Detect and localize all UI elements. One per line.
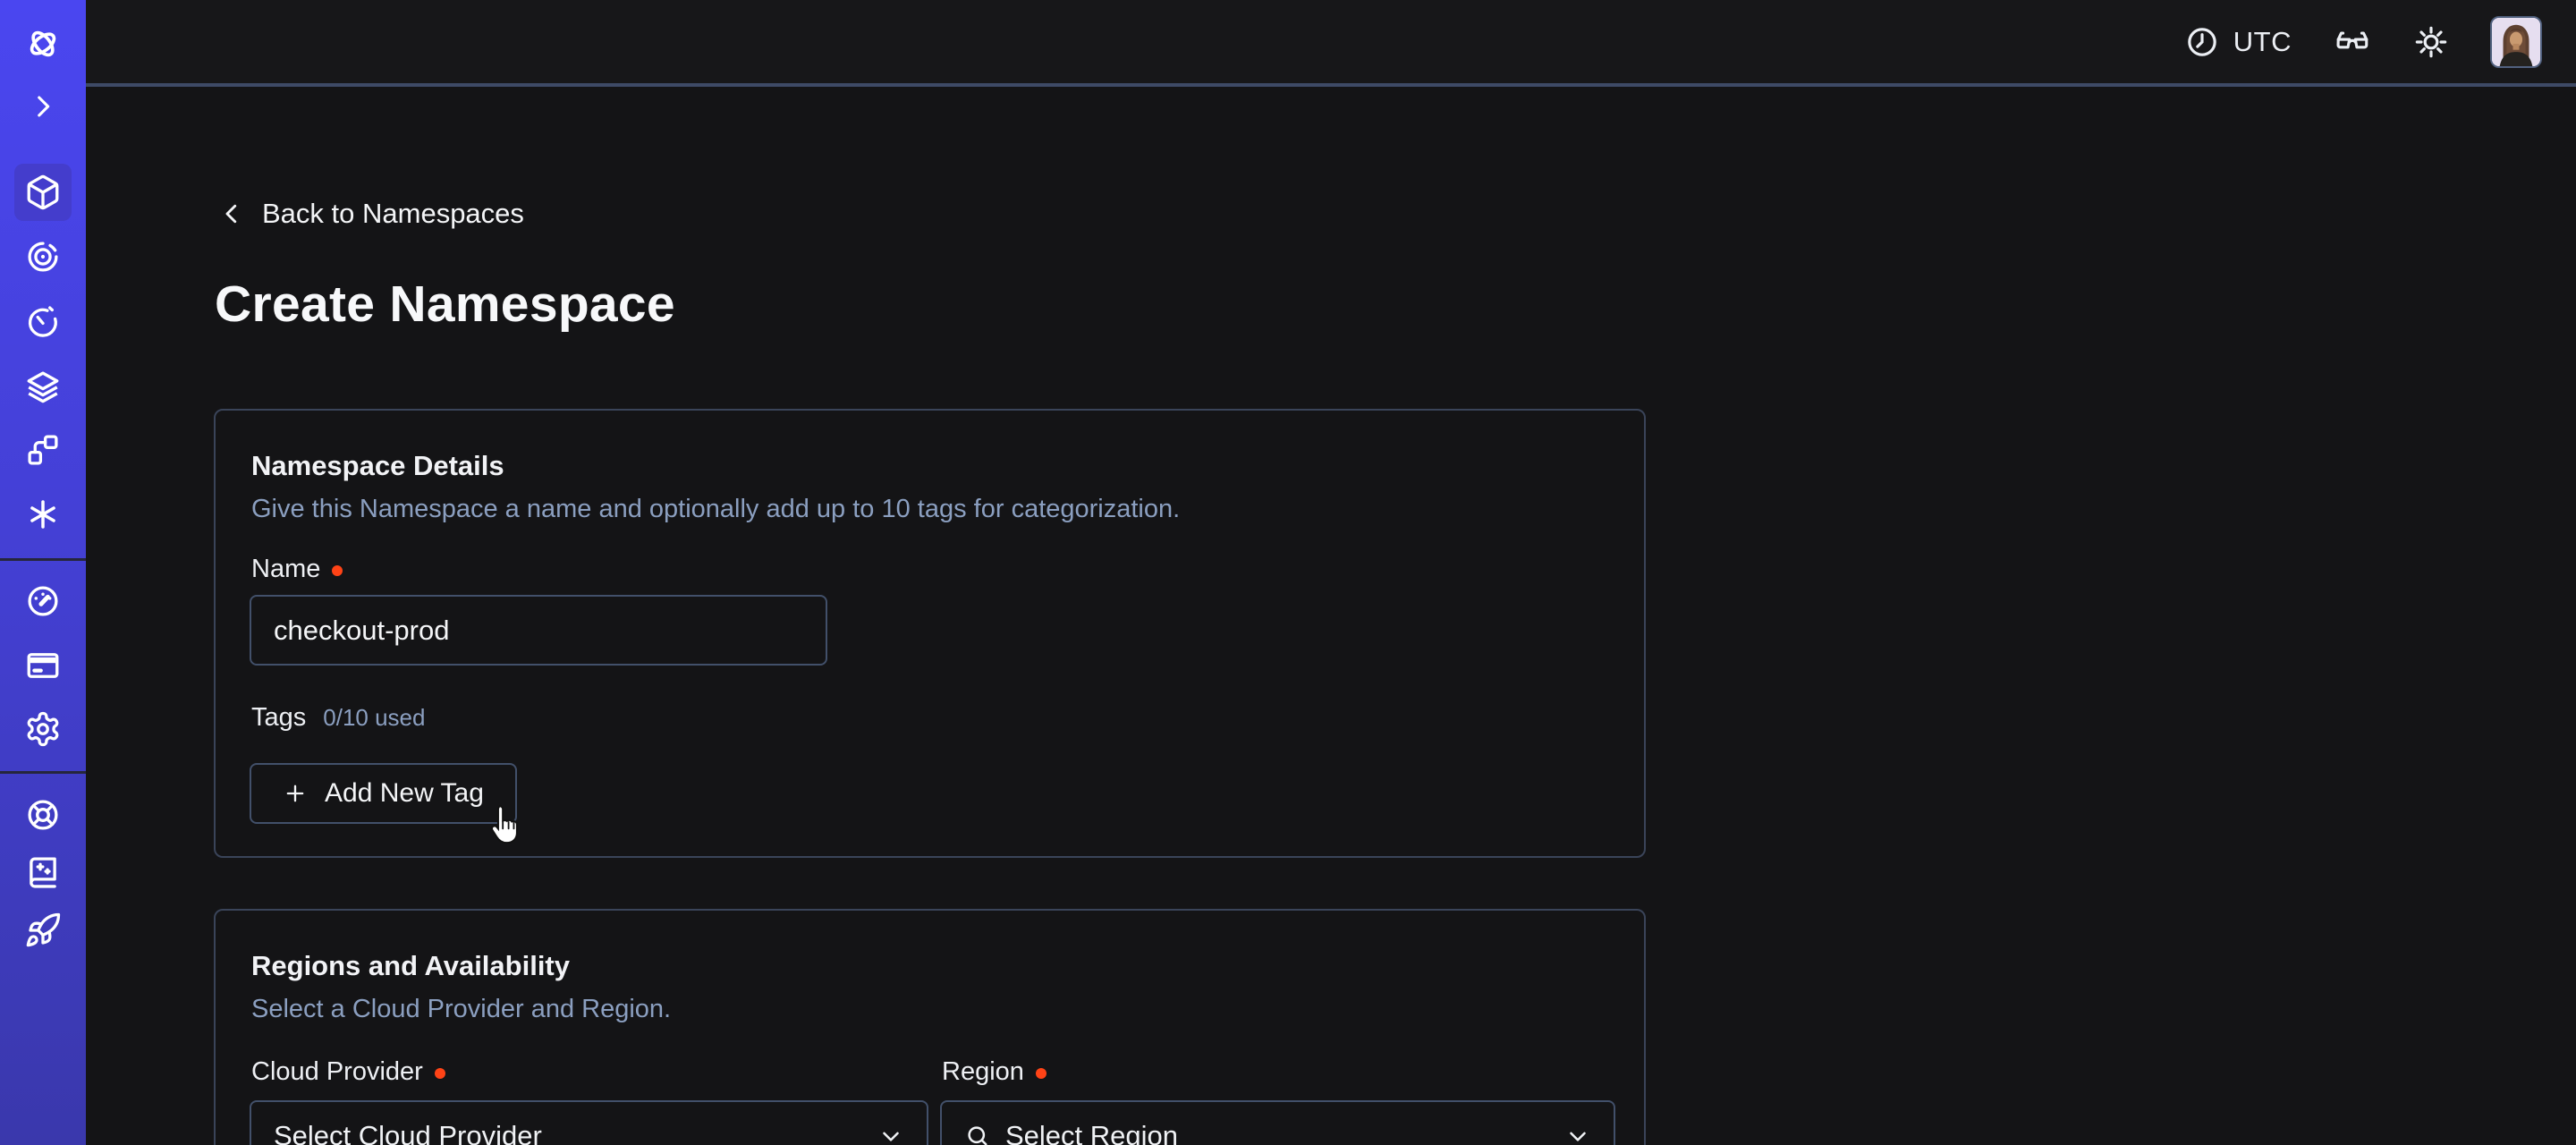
create-namespace-page: UTC <box>0 0 2576 1145</box>
required-dot <box>1036 1068 1046 1079</box>
gear-icon[interactable] <box>24 710 62 748</box>
user-avatar[interactable] <box>2490 16 2542 68</box>
name-field-label: Name <box>251 555 343 584</box>
theme-toggle-button[interactable] <box>2413 24 2449 60</box>
tags-usage-counter: 0/10 used <box>323 704 425 732</box>
glasses-icon <box>2333 22 2372 62</box>
card-title: Regions and Availability <box>251 950 570 982</box>
expand-sidebar-chevron-right-icon[interactable] <box>28 91 58 122</box>
cloud-provider-select-value: Select Cloud Provider <box>274 1120 542 1145</box>
add-new-tag-button[interactable]: Add New Tag <box>250 763 517 824</box>
tags-label: Tags <box>251 703 306 733</box>
sun-icon <box>2413 24 2449 60</box>
cloud-provider-select[interactable]: Select Cloud Provider <box>250 1100 928 1145</box>
card-title: Namespace Details <box>251 450 504 482</box>
tags-label-row: Tags 0/10 used <box>251 703 425 733</box>
credit-card-icon[interactable] <box>24 647 62 684</box>
chevron-down-icon <box>1564 1123 1591 1145</box>
page-title: Create Namespace <box>215 275 675 334</box>
region-select-value: Select Region <box>1005 1120 1178 1145</box>
timezone-button[interactable]: UTC <box>2184 24 2292 60</box>
topbar: UTC <box>86 0 2576 87</box>
card-subtitle: Give this Namespace a name and optionall… <box>251 495 1180 524</box>
iris-icon[interactable] <box>24 238 62 276</box>
sidebar-divider <box>0 558 86 561</box>
search-icon <box>964 1123 991 1145</box>
glasses-button[interactable] <box>2333 22 2372 62</box>
workflow-branch-icon[interactable] <box>24 431 62 469</box>
chevron-down-icon <box>877 1123 904 1145</box>
cube-icon[interactable] <box>24 174 62 211</box>
gauge-icon[interactable] <box>24 582 62 620</box>
rocket-icon[interactable] <box>24 912 62 949</box>
add-tag-button-label: Add New Tag <box>325 778 484 809</box>
temporal-logo-icon[interactable] <box>24 25 62 63</box>
required-dot <box>332 565 343 576</box>
card-subtitle: Select a Cloud Provider and Region. <box>251 995 671 1024</box>
book-sparkles-icon[interactable] <box>24 853 62 891</box>
asterisk-icon[interactable] <box>24 496 62 533</box>
back-link-label: Back to Namespaces <box>262 198 524 230</box>
region-label: Region <box>942 1057 1046 1087</box>
clock-icon <box>2184 24 2220 60</box>
timer-icon[interactable] <box>24 303 62 341</box>
chevron-left-icon <box>218 200 245 227</box>
layers-icon[interactable] <box>24 368 62 405</box>
namespace-details-card: Namespace Details Give this Namespace a … <box>214 409 1646 858</box>
sidebar-nav <box>0 0 86 1145</box>
sidebar-divider <box>0 771 86 774</box>
region-select[interactable]: Select Region <box>940 1100 1615 1145</box>
life-buoy-icon[interactable] <box>24 796 62 834</box>
required-dot <box>435 1068 445 1079</box>
namespace-name-input[interactable] <box>250 595 827 666</box>
regions-availability-card: Regions and Availability Select a Cloud … <box>214 909 1646 1145</box>
timezone-label: UTC <box>2233 26 2292 58</box>
cloud-provider-label: Cloud Provider <box>251 1057 445 1087</box>
back-to-namespaces-link[interactable]: Back to Namespaces <box>218 198 524 230</box>
plus-icon <box>283 781 308 806</box>
